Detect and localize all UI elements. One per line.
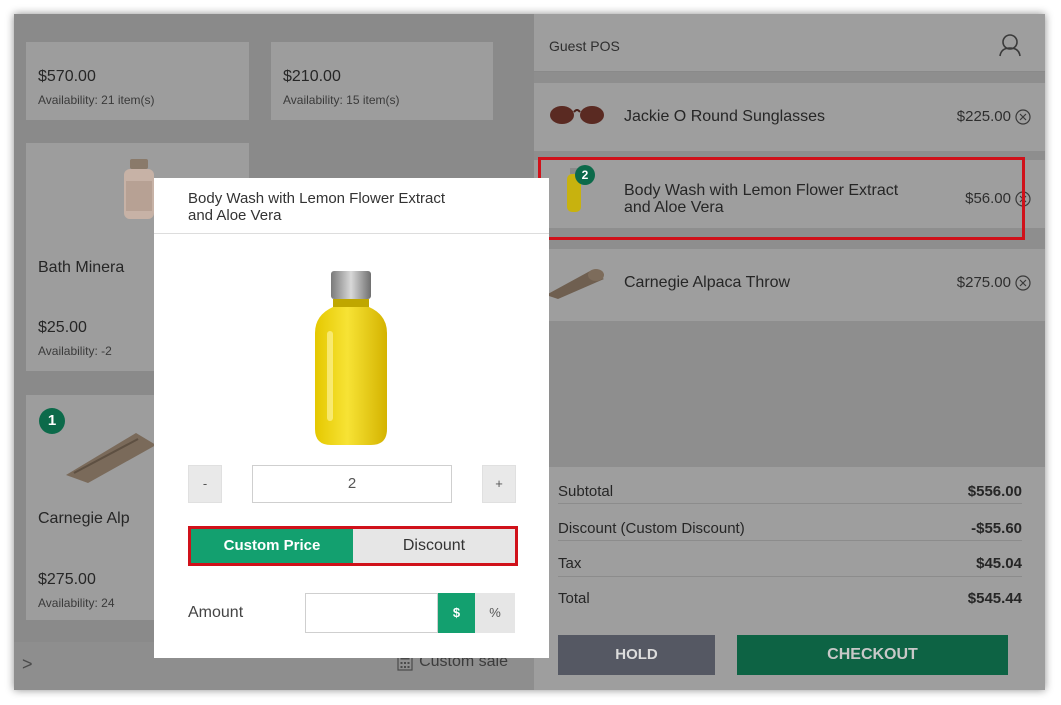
discount-label: Discount (Custom Discount): [558, 520, 745, 537]
checkout-button[interactable]: CHECKOUT: [737, 635, 1008, 675]
quantity-input[interactable]: 2: [252, 465, 452, 503]
product-price: $275.00: [38, 571, 96, 588]
sunglasses-image: [550, 106, 604, 124]
cart-line-item[interactable]: Carnegie Alpaca Throw $275.00: [534, 249, 1045, 321]
alpaca-throw-thumbnail: [546, 269, 604, 299]
cart-header: Guest POS: [534, 14, 1045, 72]
popup-title-line2: and Aloe Vera: [188, 207, 282, 224]
selected-item-highlight: [538, 157, 1025, 240]
pos-window: $570.00 Availability: 21 item(s) $210.00…: [14, 14, 1045, 690]
product-price: $570.00: [38, 68, 96, 85]
body-wash-image: [315, 271, 387, 445]
cart-item-price: $275.00: [956, 274, 1011, 291]
product-tile[interactable]: $570.00 Availability: 21 item(s): [26, 42, 249, 120]
remove-item-icon[interactable]: [1015, 109, 1031, 125]
cart-item-name: Jackie O Round Sunglasses: [624, 108, 825, 125]
total-value: $545.44: [967, 590, 1022, 607]
tab-discount[interactable]: Discount: [353, 529, 515, 563]
popup-divider: [154, 233, 549, 234]
cart-title: Guest POS: [549, 38, 620, 54]
cart-item-name: Carnegie Alpaca Throw: [624, 274, 791, 291]
subtotal-value: $556.00: [967, 483, 1022, 500]
tax-row: Tax $45.04: [558, 541, 1022, 577]
total-label: Total: [558, 590, 590, 607]
remove-item-icon[interactable]: [1015, 275, 1031, 291]
product-availability: Availability: -2: [38, 344, 112, 358]
amount-input[interactable]: [305, 593, 438, 633]
cart-item-price: $225.00: [956, 108, 1011, 125]
decrease-quantity-button[interactable]: -: [188, 465, 222, 503]
next-page-button[interactable]: >: [22, 654, 33, 675]
product-name: Carnegie Alp: [38, 510, 130, 527]
product-availability: Availability: 24: [38, 596, 115, 610]
cart-panel: Guest POS Jackie O Round Sunglasses $225…: [534, 14, 1045, 690]
subtotal-label: Subtotal: [558, 483, 614, 500]
total-row: Total $545.44: [558, 577, 1022, 614]
hold-button[interactable]: HOLD: [558, 635, 715, 675]
product-tile[interactable]: $210.00 Availability: 15 item(s): [271, 42, 493, 120]
quantity-badge: 1: [39, 408, 65, 434]
totals-panel: Subtotal $556.00 Discount (Custom Discou…: [534, 467, 1045, 690]
tax-value: $45.04: [976, 555, 1022, 572]
tax-label: Tax: [558, 555, 582, 572]
user-icon[interactable]: [997, 32, 1023, 58]
popup-title: Body Wash with Lemon Flower Extract and …: [188, 190, 508, 224]
percent-unit-button[interactable]: %: [475, 593, 515, 633]
product-name: Bath Minera: [38, 259, 125, 276]
edit-item-popup: Body Wash with Lemon Flower Extract and …: [154, 178, 549, 658]
dollar-unit-button[interactable]: $: [438, 593, 475, 633]
amount-label: Amount: [188, 604, 244, 621]
cart-line-item[interactable]: Jackie O Round Sunglasses $225.00: [534, 83, 1045, 151]
product-price: $25.00: [38, 319, 87, 336]
tab-custom-price[interactable]: Custom Price: [191, 529, 353, 563]
alpaca-throw-image: [66, 433, 156, 483]
popup-title-line1: Body Wash with Lemon Flower Extract: [188, 190, 446, 207]
discount-row: Discount (Custom Discount) -$55.60: [558, 504, 1022, 541]
discount-value: -$55.60: [971, 520, 1022, 537]
product-availability: Availability: 21 item(s): [38, 93, 155, 107]
product-price: $210.00: [283, 68, 341, 85]
subtotal-row: Subtotal $556.00: [558, 467, 1022, 504]
increase-quantity-button[interactable]: +: [482, 465, 516, 503]
product-availability: Availability: 15 item(s): [283, 93, 400, 107]
